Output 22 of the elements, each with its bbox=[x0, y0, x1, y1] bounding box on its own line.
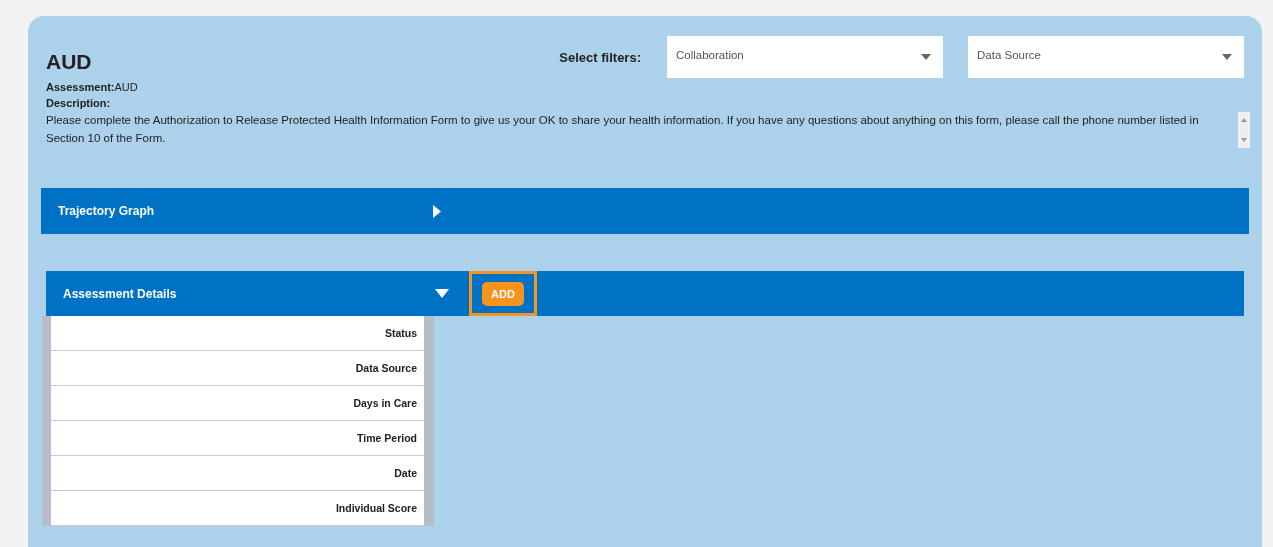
scroll-up-icon[interactable] bbox=[1241, 118, 1247, 122]
table-row-label: Days in Care bbox=[51, 386, 424, 421]
scrollbar[interactable] bbox=[1238, 112, 1250, 148]
caret-down-icon bbox=[435, 289, 449, 298]
table-row-label: Time Period bbox=[51, 421, 424, 456]
page-title: AUD bbox=[46, 49, 93, 75]
description-label: Description: bbox=[46, 97, 112, 109]
table-row-label: Date bbox=[51, 456, 424, 491]
caret-right-icon bbox=[433, 204, 441, 218]
filter-dropdown[interactable]: Data Source bbox=[968, 36, 1244, 78]
assessment-text: Assessment:AUD bbox=[46, 81, 138, 93]
filters-label: Select filters: bbox=[559, 49, 641, 65]
scroll-down-icon[interactable] bbox=[1241, 138, 1247, 142]
table-row-label: Status bbox=[51, 316, 424, 351]
caret-icon bbox=[921, 54, 931, 60]
table-row-label: Data Source bbox=[51, 351, 424, 386]
caret-icon bbox=[1222, 54, 1232, 60]
filter-dropdown[interactable]: Collaboration bbox=[667, 36, 943, 78]
table-row-label: Individual Score bbox=[51, 491, 424, 526]
panel-header[interactable]: Trajectory Graph bbox=[41, 188, 1249, 234]
panel-header[interactable]: Assessment Details ADD bbox=[46, 271, 1244, 316]
description-text: Please complete the Authorization to Release Protected Health Information Form to give us your OK to share your health information. If you have any questions about anything on this form, please call the phone number listed in Section 10 of the Form. bbox=[46, 113, 1200, 146]
